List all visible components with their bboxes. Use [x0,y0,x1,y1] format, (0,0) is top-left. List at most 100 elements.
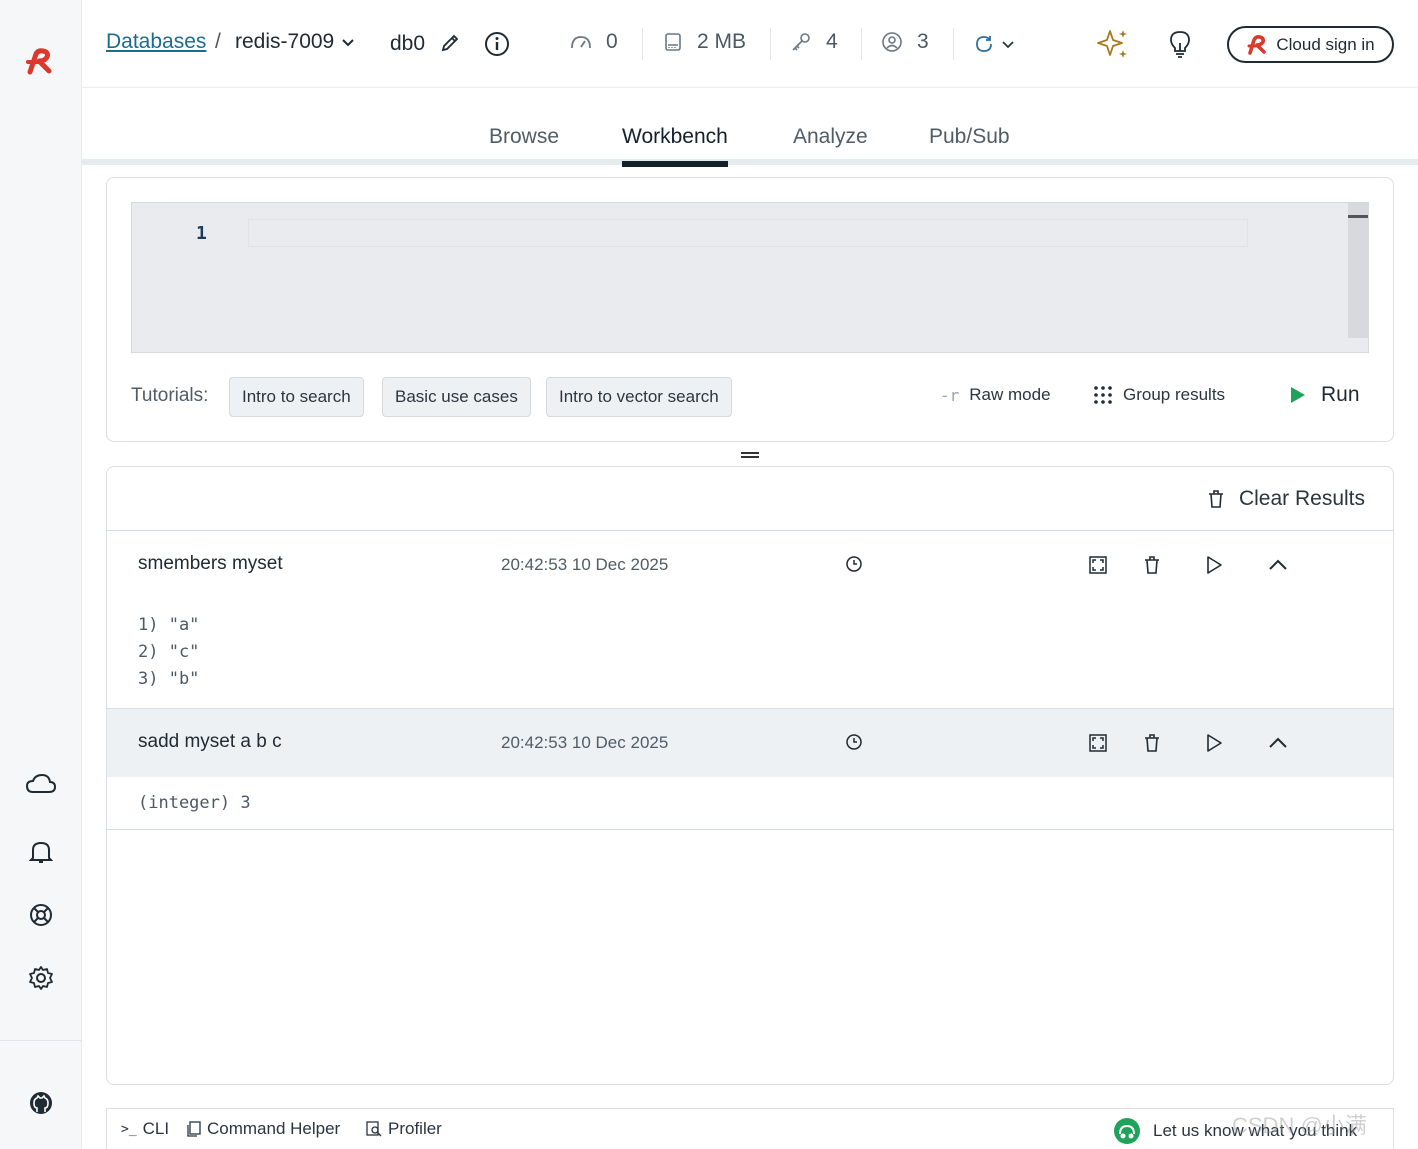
tutorials-label: Tutorials: [131,385,209,406]
terminal-icon: >_ [121,1121,137,1137]
tab-workbench[interactable]: Workbench [622,125,728,167]
query-editor[interactable]: 1 [131,202,1369,353]
result-card: smembers myset 20:42:53 10 Dec 2025 1) "… [107,530,1393,708]
db-index-label: db0 [390,32,426,55]
panel-resize-handle[interactable] [741,452,759,458]
result-timestamp: 20:42:53 10 Dec 2025 [501,733,669,752]
memory-icon [665,33,681,51]
stat-commands-value: 0 [606,30,618,53]
command-helper-button[interactable]: Command Helper [187,1119,340,1139]
query-editor-panel: 1 Tutorials: Intro to search Basic use c… [106,177,1394,442]
stat-divider [642,28,643,60]
ai-sparkle-icon[interactable] [1096,27,1130,61]
stat-memory-value: 2 MB [697,30,747,53]
result-card-header[interactable]: sadd myset a b c 20:42:53 10 Dec 2025 [107,709,1393,777]
delete-result-icon[interactable] [1143,733,1161,753]
auto-refresh-button[interactable] [973,33,1015,55]
query-input[interactable] [248,219,1248,247]
database-selector[interactable]: redis-7009 [235,30,356,54]
trash-icon [1208,490,1223,508]
raw-mode-icon: -r [940,385,960,405]
editor-scrollbar[interactable] [1348,203,1368,338]
tab-browse[interactable]: Browse [489,125,559,159]
document-icon [187,1121,201,1137]
stat-divider [953,28,954,60]
info-icon[interactable] [484,31,510,57]
redis-logo-icon[interactable] [22,44,58,80]
rerun-play-icon[interactable] [1205,555,1223,575]
raw-mode-label: Raw mode [969,385,1051,404]
stat-keys: 4 [790,30,838,54]
stat-clients-value: 3 [917,30,929,53]
chevron-down-icon [342,39,354,47]
output-line: 3) "b" [138,669,200,689]
breadcrumb-databases-link[interactable]: Databases [106,30,206,54]
result-timestamp: 20:42:53 10 Dec 2025 [501,555,669,574]
database-name: redis-7009 [235,30,335,53]
group-results-label: Group results [1123,385,1226,404]
tab-analyze[interactable]: Analyze [793,125,868,159]
profiler-search-icon [366,1121,382,1137]
clock-icon [845,733,863,751]
stat-keys-value: 4 [826,30,838,53]
watermark: CSDN @小满 [1232,1113,1367,1138]
group-results-toggle[interactable]: Group results [1093,385,1225,405]
redis-logo-icon [1247,34,1267,55]
profiler-button[interactable]: Profiler [366,1119,442,1139]
breadcrumb-separator: / [215,30,221,53]
output-line: (integer) 3 [138,793,251,813]
raw-mode-toggle[interactable]: -r Raw mode [940,385,1051,405]
rerun-play-icon[interactable] [1205,733,1223,753]
github-icon[interactable] [22,1084,60,1122]
stat-divider [770,28,771,60]
left-rail [0,0,82,1149]
clock-icon [845,555,863,573]
tab-bar: Browse Workbench Analyze Pub/Sub [82,89,1418,167]
cli-label: CLI [142,1119,170,1138]
result-command: sadd myset a b c [138,731,282,752]
result-output: 1) "a" 2) "c" 3) "b" [107,599,1393,693]
results-panel: Clear Results smembers myset 20:42:53 10… [106,466,1394,1085]
user-circle-icon [882,32,902,52]
chevron-up-icon[interactable] [1267,555,1289,575]
stat-clients: 3 [881,30,929,54]
cloud-sign-in-button[interactable]: Cloud sign in [1227,26,1394,63]
key-icon [792,33,810,51]
top-bar: Databases / redis-7009 db0 0 2 MB 4 3 Cl… [82,0,1418,88]
fullscreen-icon[interactable] [1088,555,1108,575]
clear-results-label: Clear Results [1238,487,1365,510]
delete-result-icon[interactable] [1143,555,1161,575]
tutorial-basic-use-cases-button[interactable]: Basic use cases [382,377,531,417]
refresh-icon [976,36,992,52]
run-button[interactable]: Run [1289,383,1360,407]
command-helper-label: Command Helper [207,1119,341,1138]
output-line: 1) "a" [138,615,200,635]
tutorial-intro-to-search-button[interactable]: Intro to search [229,377,364,417]
bottom-bar: >_ CLI Command Helper Profiler Let us kn… [106,1108,1394,1149]
bell-icon[interactable] [22,833,60,871]
stat-commands: 0 [570,30,618,54]
stat-divider [861,28,862,60]
tutorial-vector-search-button[interactable]: Intro to vector search [546,377,732,417]
result-card: sadd myset a b c 20:42:53 10 Dec 2025 (i… [107,708,1393,830]
cli-button[interactable]: >_ CLI [121,1119,169,1139]
clear-results-button[interactable]: Clear Results [1207,487,1365,511]
result-card-header[interactable]: smembers myset 20:42:53 10 Dec 2025 [107,531,1393,599]
speedometer-icon [571,36,591,49]
tab-pubsub[interactable]: Pub/Sub [929,125,1010,159]
chevron-up-icon[interactable] [1267,733,1289,753]
cloud-sign-in-label: Cloud sign in [1276,34,1375,54]
run-label: Run [1321,383,1360,406]
lightbulb-icon[interactable] [1168,29,1192,59]
stat-memory: 2 MB [663,30,746,54]
output-line: 2) "c" [138,642,200,662]
gear-icon[interactable] [22,959,60,997]
rail-divider [0,1040,82,1041]
feedback-icon [1114,1118,1140,1144]
play-icon [1291,387,1305,403]
chevron-down-icon [1002,41,1014,49]
edit-pencil-icon[interactable] [440,33,460,53]
fullscreen-icon[interactable] [1088,733,1108,753]
cloud-icon[interactable] [22,765,60,803]
lifebuoy-icon[interactable] [22,896,60,934]
